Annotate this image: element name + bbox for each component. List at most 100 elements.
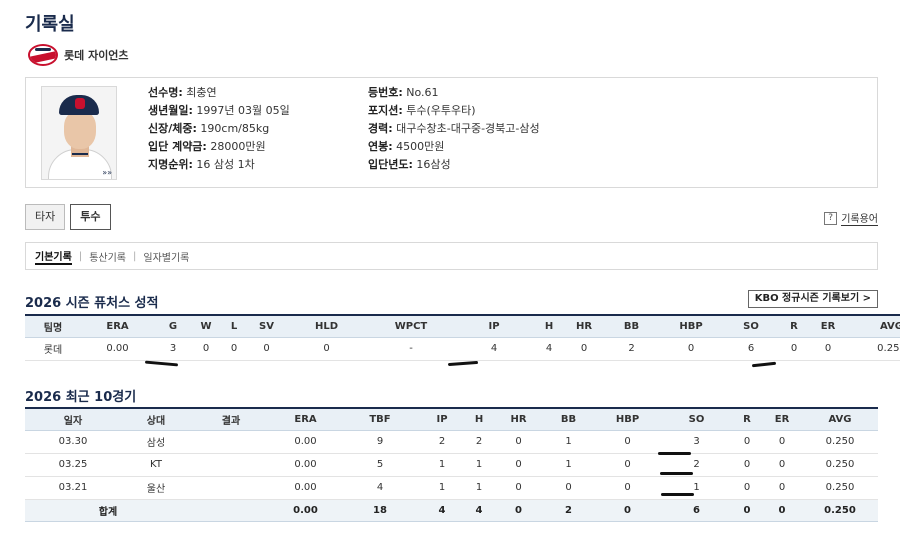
column-header: W: [192, 314, 220, 338]
table-cell: 0.00: [271, 476, 340, 500]
column-header: IP: [454, 314, 534, 338]
total-label: 합계: [25, 499, 191, 522]
info-row: 지명순위: 16 삼성 1차: [148, 158, 255, 171]
table-cell: 0: [594, 430, 661, 454]
table-cell: 4: [340, 476, 420, 500]
column-header: 일자: [25, 407, 121, 431]
column-header: HBP: [659, 314, 723, 338]
glossary-link[interactable]: ? 기록용어: [824, 210, 878, 226]
handwritten-mark: [144, 360, 179, 367]
recent-games-table: 일자 상대 결과 ERA TBF IP H HR BB HBP SO R ER AVG 03.30 삼성 0.…: [25, 407, 878, 522]
table-cell: 0: [762, 499, 802, 522]
subnav-daily[interactable]: 일자별기록: [143, 249, 189, 264]
table-cell: KT: [121, 453, 191, 477]
question-icon: ?: [824, 211, 838, 225]
table-cell: 1: [464, 476, 494, 500]
player-info-left: 선수명: 최충연 생년월일: 1997년 03월 05일 신장/체중: 190c…: [148, 84, 290, 174]
season-title: 2026 시즌 퓨처스 성적: [25, 296, 159, 311]
info-row: 생년월일: 1997년 03월 05일: [148, 104, 290, 117]
table-cell: 0.00: [271, 499, 340, 522]
tab-pitcher[interactable]: 투수: [70, 204, 111, 230]
column-header: HR: [494, 407, 543, 431]
tab-batter[interactable]: 타자: [25, 204, 66, 230]
subnav-career[interactable]: 통산기록: [89, 249, 126, 264]
column-header: ER: [809, 314, 847, 338]
table-cell: 0.250: [802, 453, 878, 477]
recent-title: 2026 최근 10경기: [25, 390, 137, 405]
table-cell: 0: [494, 476, 543, 500]
table-cell: 0: [732, 430, 762, 454]
table-cell: 0: [762, 453, 802, 477]
table-cell: 2: [464, 430, 494, 454]
handwritten-mark: [660, 472, 693, 475]
table-cell: 6: [723, 337, 779, 361]
table-cell: [191, 476, 271, 500]
table-cell: 0: [732, 453, 762, 477]
column-header: BB: [543, 407, 594, 431]
column-header: L: [220, 314, 248, 338]
column-header: AVG: [847, 314, 900, 338]
total-row: 합계 0.00 18 4 4 0 2 0 6 0 0 0.250: [25, 499, 878, 522]
table-cell: 0.00: [271, 430, 340, 454]
table-cell: 0: [564, 337, 604, 361]
team-header: 롯데 자이언츠: [28, 44, 129, 66]
table-cell: 0: [762, 430, 802, 454]
table-cell: [191, 430, 271, 454]
record-subnav: 기본기록 | 통산기록 | 일자별기록: [25, 242, 878, 270]
column-header: 결과: [191, 407, 271, 431]
table-cell: 삼성: [121, 430, 191, 454]
column-header: BB: [604, 314, 659, 338]
column-header: HLD: [285, 314, 368, 338]
kbo-regular-season-button[interactable]: KBO 정규시즌 기록보기 >: [747, 290, 878, 308]
column-header: R: [779, 314, 809, 338]
handwritten-mark: [658, 452, 691, 455]
table-cell: 0.250: [847, 337, 900, 361]
table-cell: [191, 453, 271, 477]
table-cell: 1: [420, 453, 464, 477]
table-cell: 4: [464, 499, 494, 522]
player-photo: »»: [41, 86, 117, 180]
table-cell: 0: [594, 453, 661, 477]
handwritten-mark: [447, 360, 479, 367]
table-cell: 0: [285, 337, 368, 361]
table-cell: 3: [661, 430, 732, 454]
season-stats-table: 팀명 ERA G W L SV HLD WPCT IP H HR BB HBP SO R ER AVG 롯데 0.…: [25, 314, 900, 361]
recent-header-row: 일자 상대 결과 ERA TBF IP H HR BB HBP SO R ER AVG: [25, 407, 878, 431]
table-cell: 0: [732, 499, 762, 522]
table-cell: 4: [420, 499, 464, 522]
season-header-row: 팀명 ERA G W L SV HLD WPCT IP H HR BB HBP SO R ER AVG: [25, 314, 900, 338]
column-header: H: [464, 407, 494, 431]
table-cell: 0: [732, 476, 762, 500]
table-cell: 2: [420, 430, 464, 454]
table-cell: 4: [534, 337, 564, 361]
table-cell: 0: [248, 337, 285, 361]
column-header: TBF: [340, 407, 420, 431]
table-cell: 5: [340, 453, 420, 477]
info-row: 입단년도: 16삼성: [368, 158, 451, 171]
subnav-basic[interactable]: 기본기록: [35, 248, 72, 265]
info-row: 연봉: 4500만원: [368, 140, 445, 153]
info-row: 선수명: 최충연: [148, 86, 217, 99]
table-cell: 0: [809, 337, 847, 361]
column-header: WPCT: [368, 314, 454, 338]
table-cell: [191, 499, 271, 522]
position-tabs: 타자 투수: [25, 204, 111, 230]
info-row: 등번호: No.61: [368, 86, 439, 99]
table-cell: 0.250: [802, 476, 878, 500]
handwritten-mark: [751, 361, 777, 368]
info-row: 포지션: 투수(우투우타): [368, 104, 476, 117]
table-row: 03.25 KT 0.00 5 1 1 0 1 0 2 0 0 0.250: [25, 453, 878, 477]
table-cell: 1: [464, 453, 494, 477]
column-header: H: [534, 314, 564, 338]
column-header: AVG: [802, 407, 878, 431]
table-cell: 6: [661, 499, 732, 522]
column-header: SO: [661, 407, 732, 431]
table-cell: 3: [154, 337, 192, 361]
table-cell: 1: [543, 453, 594, 477]
table-cell: 03.30: [25, 430, 121, 454]
column-header: HR: [564, 314, 604, 338]
table-cell: 1: [420, 476, 464, 500]
table-cell: 2: [543, 499, 594, 522]
table-row: 롯데0.0030000-440206000.250: [25, 337, 900, 361]
table-cell: 롯데: [25, 337, 81, 361]
